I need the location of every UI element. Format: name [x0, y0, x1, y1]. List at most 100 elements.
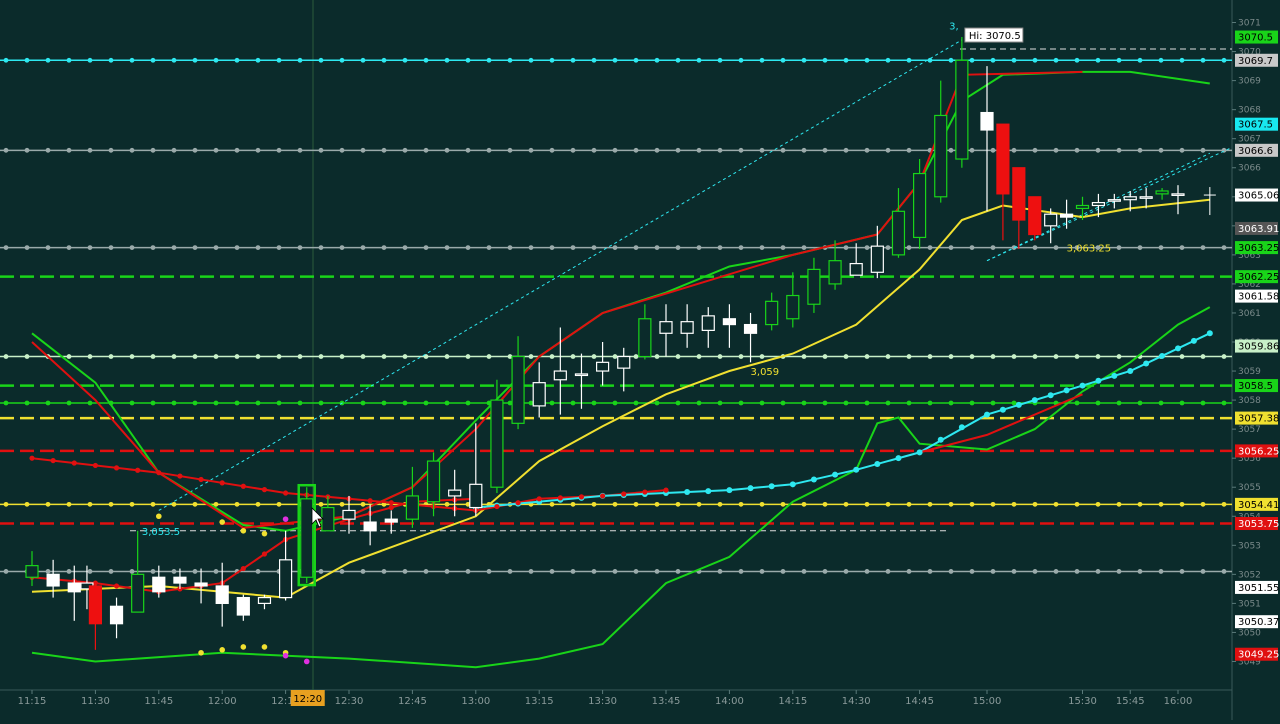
level-dot	[738, 147, 744, 153]
price-annotation: 3,053.5	[142, 527, 180, 538]
level-dot	[423, 245, 429, 251]
candle-body	[891, 210, 906, 256]
level-dot	[3, 501, 9, 507]
level-dot	[633, 57, 639, 63]
level-dot	[213, 569, 219, 574]
study-dot	[1015, 401, 1022, 408]
chart-svg[interactable]: Hi: 3070.5 3,063.25 3,059 3,053.5 3, 3071 307…	[0, 0, 1280, 720]
level-dot	[192, 57, 198, 63]
x-tick-label: 13:00	[461, 696, 490, 707]
price-badge-label: 3056.25	[1238, 446, 1279, 457]
level-dot	[1116, 400, 1122, 406]
level-dot	[801, 147, 807, 153]
level-dot	[360, 57, 366, 63]
level-dot	[528, 57, 534, 63]
level-dot	[633, 501, 639, 507]
level-dot	[444, 400, 450, 406]
study-dot	[1031, 397, 1038, 404]
level-dot	[129, 569, 135, 574]
level-dot	[717, 245, 723, 251]
y-tick-label: 3051	[1238, 599, 1261, 609]
level-dot	[906, 354, 912, 359]
price-badge-label: 3057.38	[1238, 414, 1279, 425]
level-dot	[150, 569, 156, 574]
study-dot	[113, 465, 120, 471]
level-dot	[1116, 501, 1122, 507]
level-dot	[1158, 501, 1164, 507]
level-dot	[696, 147, 702, 153]
level-dot	[885, 57, 891, 63]
study-dot	[768, 483, 775, 490]
level-dot	[234, 147, 240, 153]
candle-body	[109, 605, 124, 625]
level-dot	[927, 569, 933, 574]
level-dot	[276, 57, 282, 63]
price-badge-label: 3054.41	[1238, 500, 1279, 511]
level-dot	[192, 245, 198, 251]
level-dot	[1179, 147, 1185, 153]
x-tick-label: 15:45	[1116, 696, 1145, 707]
level-dot	[654, 400, 660, 406]
level-dot	[843, 400, 849, 406]
level-dot	[654, 147, 660, 153]
level-dot	[402, 400, 408, 406]
level-dot	[675, 569, 681, 574]
level-dot	[843, 354, 849, 359]
candle-body	[1075, 204, 1090, 209]
study-dot	[156, 470, 162, 476]
level-dot	[864, 569, 870, 574]
level-dot	[213, 147, 219, 153]
level-dot	[1179, 569, 1185, 574]
level-dot	[87, 57, 93, 63]
level-dot	[696, 354, 702, 359]
study-dot	[810, 476, 817, 483]
study-dot	[261, 487, 268, 493]
candle-body	[511, 355, 525, 424]
level-dot	[234, 400, 240, 406]
study-dot	[198, 649, 204, 656]
candle[interactable]	[1028, 196, 1042, 241]
study-dot	[261, 530, 268, 537]
price-badge: 3056.25	[1235, 444, 1279, 458]
level-dot	[3, 147, 9, 153]
level-dot	[1053, 245, 1059, 251]
y-tick-label: 3053	[1238, 541, 1261, 551]
level-dot	[150, 354, 156, 359]
level-dot	[759, 147, 765, 153]
level-dot	[1095, 147, 1101, 153]
chart[interactable]: Hi: 3070.5 3,063.25 3,059 3,053.5 3, 3071 307…	[0, 0, 1280, 720]
study-dot	[984, 411, 990, 418]
candle-body	[490, 399, 504, 488]
level-dot	[1200, 501, 1206, 507]
level-dot	[717, 501, 723, 507]
candle-body	[828, 260, 842, 285]
level-dot	[1158, 245, 1164, 251]
level-dot	[948, 569, 954, 574]
level-dot	[549, 57, 555, 63]
candle-body	[1012, 167, 1026, 221]
level-dot	[1074, 354, 1080, 359]
level-dot	[1158, 57, 1164, 63]
price-badge-label: 3063.25	[1238, 243, 1279, 254]
level-dot	[591, 501, 597, 507]
level-dot	[948, 57, 954, 63]
level-dot	[948, 400, 954, 406]
level-dot	[969, 147, 975, 153]
level-dot	[1137, 57, 1143, 63]
level-dot	[822, 354, 828, 359]
level-dot	[402, 57, 408, 63]
study-dot	[1175, 345, 1181, 352]
study-dot	[388, 500, 394, 506]
candle-body	[236, 596, 250, 616]
level-dot	[318, 501, 324, 507]
level-dot	[1053, 147, 1059, 153]
candle[interactable]	[300, 487, 314, 584]
level-dot	[276, 400, 282, 406]
level-dot	[150, 57, 156, 63]
level-dot	[129, 245, 135, 251]
study-dot	[177, 473, 183, 479]
level-dot	[108, 147, 114, 153]
level-dot	[717, 354, 723, 359]
level-dot	[549, 354, 555, 359]
level-dot	[1179, 501, 1185, 507]
